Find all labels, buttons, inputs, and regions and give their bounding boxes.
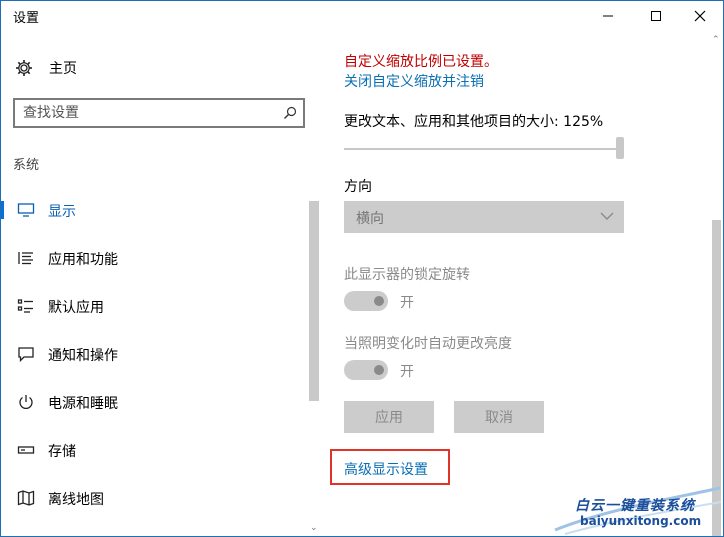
orientation-value: 横向 <box>356 211 384 227</box>
sidebar-scroll-down-icon[interactable]: ⌄ <box>310 523 318 533</box>
content-scroll-up-icon[interactable]: ⌃ <box>712 35 720 45</box>
toggle-knob <box>374 365 384 375</box>
sidebar-item-label: 应用和功能 <box>48 252 118 268</box>
watermark-url: baiyunxitong.com <box>580 514 702 528</box>
scale-slider-thumb[interactable] <box>616 137 624 159</box>
search-icon[interactable] <box>283 106 297 120</box>
minimize-icon <box>603 15 613 17</box>
sidebar: 主页 系统 显示 应用和功能 默认应用 <box>1 31 319 536</box>
active-indicator <box>1 201 4 219</box>
sidebar-item-label: 默认应用 <box>48 300 104 316</box>
auto-brightness-state: 开 <box>400 364 414 380</box>
apply-button[interactable]: 应用 <box>344 401 434 433</box>
lock-rotation-toggle[interactable] <box>344 291 388 311</box>
orientation-dropdown[interactable]: 横向 <box>344 201 624 233</box>
sidebar-item-offline-maps[interactable]: 离线地图 <box>1 481 306 515</box>
sidebar-item-label: 离线地图 <box>48 492 104 508</box>
sidebar-item-display[interactable]: 显示 <box>1 193 306 227</box>
title-bar: 设置 <box>1 1 723 31</box>
close-icon <box>694 10 706 22</box>
close-button[interactable] <box>677 1 723 31</box>
display-settings-pane: 自定义缩放比例已设置。 关闭自定义缩放并注销 更改文本、应用和其他项目的大小: … <box>320 31 712 536</box>
auto-brightness-label: 当照明变化时自动更改亮度 <box>344 336 512 352</box>
toggle-knob <box>374 296 384 306</box>
search-input[interactable] <box>23 104 263 122</box>
sidebar-item-power-sleep[interactable]: 电源和睡眠 <box>1 385 306 419</box>
sidebar-item-apps-features[interactable]: 应用和功能 <box>1 241 306 275</box>
sidebar-item-storage[interactable]: 存储 <box>1 433 306 467</box>
sidebar-scrollbar-thumb[interactable] <box>309 201 319 401</box>
maximize-icon <box>651 11 661 21</box>
minimize-button[interactable] <box>585 1 631 31</box>
maximize-button[interactable] <box>633 1 679 31</box>
home-link[interactable]: 主页 <box>15 57 77 79</box>
list-icon <box>16 249 36 267</box>
sidebar-item-label: 显示 <box>48 204 76 220</box>
default-apps-icon <box>16 297 36 315</box>
cancel-button[interactable]: 取消 <box>454 401 544 433</box>
chevron-down-icon <box>600 212 614 220</box>
watermark-brand: 白云一键重装系统 <box>575 498 695 514</box>
lock-rotation-label: 此显示器的锁定旋转 <box>344 267 470 283</box>
search-box[interactable] <box>13 98 305 128</box>
advanced-display-settings-link[interactable]: 高级显示设置 <box>344 459 428 479</box>
sidebar-item-label: 通知和操作 <box>48 348 118 364</box>
gear-icon <box>16 60 32 76</box>
sidebar-item-default-apps[interactable]: 默认应用 <box>1 289 306 323</box>
sidebar-item-label: 存储 <box>48 444 76 460</box>
custom-scale-warning: 自定义缩放比例已设置。 <box>344 54 498 70</box>
power-icon <box>16 393 36 411</box>
section-label: 系统 <box>13 158 40 173</box>
sidebar-item-label: 电源和睡眠 <box>48 396 118 412</box>
scale-slider-track[interactable] <box>344 148 624 150</box>
orientation-label: 方向 <box>344 179 372 195</box>
map-icon <box>16 489 36 507</box>
signout-link[interactable]: 关闭自定义缩放并注销 <box>344 71 484 91</box>
home-label: 主页 <box>49 61 77 77</box>
message-icon <box>16 345 36 363</box>
monitor-icon <box>16 201 36 219</box>
sidebar-item-notifications[interactable]: 通知和操作 <box>1 337 306 371</box>
scale-label: 更改文本、应用和其他项目的大小: 125% <box>344 114 604 130</box>
storage-icon <box>16 441 36 459</box>
auto-brightness-toggle[interactable] <box>344 360 388 380</box>
window-title: 设置 <box>13 11 40 26</box>
lock-rotation-state: 开 <box>400 295 414 311</box>
